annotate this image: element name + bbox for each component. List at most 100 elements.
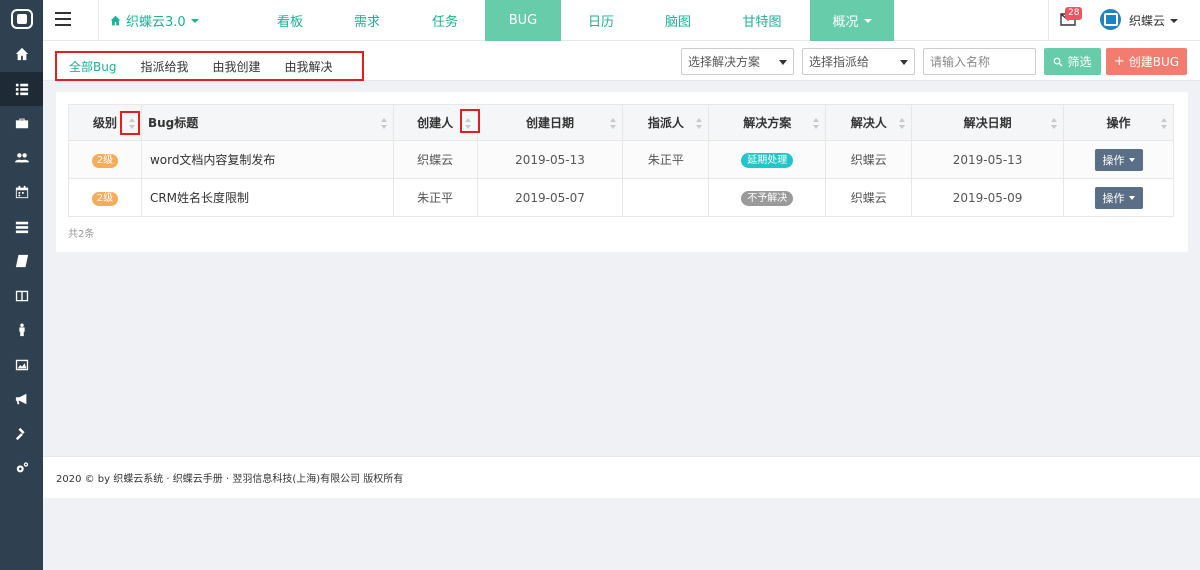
chevron-down-icon xyxy=(900,60,908,65)
bug-table: 级别 Bug标题 创建人 创建日期 指派人 解决方案 解决人 解决日期 操作 2… xyxy=(68,104,1174,217)
menu-toggle-icon[interactable] xyxy=(55,12,71,28)
sort-icon[interactable] xyxy=(813,118,820,129)
create-bug-button[interactable]: + 创建BUG xyxy=(1106,48,1187,75)
sort-icon[interactable] xyxy=(696,118,703,129)
resolver-cell: 织蝶云 xyxy=(825,140,913,179)
sidebar-item-columns[interactable] xyxy=(0,279,43,314)
assignee-cell: 朱正平 xyxy=(622,140,710,179)
divider xyxy=(1048,0,1049,41)
tab-overview[interactable]: 概况 xyxy=(810,0,894,41)
sort-icon[interactable] xyxy=(1051,118,1058,129)
home-icon xyxy=(15,48,28,61)
column-header-assignee[interactable]: 指派人 xyxy=(622,104,710,141)
resolved-date-cell: 2019-05-09 xyxy=(911,178,1065,217)
table-row[interactable]: 2级 CRM姓名长度限制 朱正平 2019-05-07 不予解决 织蝶云 201… xyxy=(68,178,1174,217)
column-header-resolved-date[interactable]: 解决日期 xyxy=(911,104,1065,141)
sidebar-item-calendar[interactable] xyxy=(0,175,43,210)
sidebar-item-users[interactable] xyxy=(0,141,43,176)
column-header-resolver[interactable]: 解决人 xyxy=(825,104,913,141)
subtab-created-by-me[interactable]: 由我创建 xyxy=(200,58,272,75)
divider xyxy=(98,0,99,41)
solution-select[interactable]: 选择解决方案 xyxy=(681,48,794,75)
search-icon xyxy=(1054,57,1064,67)
row-action-button[interactable]: 操作 xyxy=(1094,186,1143,209)
column-header-actions: 操作 xyxy=(1063,104,1174,141)
sort-icon[interactable] xyxy=(610,118,617,129)
user-menu[interactable]: 织蝶云 xyxy=(1129,0,1179,41)
subtab-assigned-to-me[interactable]: 指派给我 xyxy=(128,58,200,75)
tasks-icon xyxy=(15,221,28,233)
sort-icon[interactable] xyxy=(380,118,387,129)
chevron-down-icon xyxy=(1170,18,1179,23)
created-date-cell: 2019-05-13 xyxy=(476,140,624,179)
sort-icon[interactable] xyxy=(899,118,906,129)
sidebar-item-gavel[interactable] xyxy=(0,417,43,452)
level-badge: 2级 xyxy=(91,191,119,206)
gavel-icon xyxy=(15,427,25,440)
footer-text: 2020 © by 织蝶云系统 · 织蝶云手册 · 翌羽信息科技(上海)有限公司… xyxy=(56,474,404,485)
plus-icon: + xyxy=(1113,53,1125,69)
cogs-icon xyxy=(16,462,28,473)
name-search-input[interactable] xyxy=(923,48,1036,75)
bullhorn-icon xyxy=(15,394,26,405)
chevron-down-icon xyxy=(1128,195,1135,200)
subtab-group: 全部Bug 指派给我 由我创建 由我解决 xyxy=(55,51,364,81)
sidebar-item-home[interactable] xyxy=(0,37,43,72)
sidebar xyxy=(0,0,43,570)
highlight-box-creator-sort xyxy=(460,109,480,133)
column-header-created-date[interactable]: 创建日期 xyxy=(476,104,624,141)
solution-badge: 延期处理 xyxy=(741,152,794,168)
subtab-all-bugs[interactable]: 全部Bug xyxy=(57,58,128,75)
created-date-cell: 2019-05-07 xyxy=(476,178,624,217)
home-icon xyxy=(110,15,121,26)
resolved-date-cell: 2019-05-13 xyxy=(911,140,1065,179)
list-icon xyxy=(15,83,28,95)
sidebar-item-tasks[interactable] xyxy=(0,210,43,245)
sidebar-item-cogs[interactable] xyxy=(0,451,43,486)
tab-calendar[interactable]: 日历 xyxy=(566,0,636,41)
tab-mindmap[interactable]: 脑图 xyxy=(643,0,713,41)
footer: 2020 © by 织蝶云系统 · 织蝶云手册 · 翌羽信息科技(上海)有限公司… xyxy=(43,456,1200,498)
total-count: 共2条 xyxy=(68,229,95,240)
assignee-select[interactable]: 选择指派给 xyxy=(802,48,915,75)
row-action-button[interactable]: 操作 xyxy=(1094,148,1143,171)
tab-bug[interactable]: BUG xyxy=(485,0,561,41)
table-row[interactable]: 2级 word文档内容复制发布 织蝶云 2019-05-13 朱正平 延期处理 … xyxy=(68,140,1174,179)
creator-cell: 朱正平 xyxy=(392,178,478,217)
users-icon xyxy=(14,152,29,163)
app-logo[interactable] xyxy=(0,0,43,37)
person-icon xyxy=(18,323,25,337)
tab-gantt[interactable]: 甘特图 xyxy=(727,0,797,41)
logo-icon xyxy=(10,8,33,29)
sort-icon[interactable] xyxy=(1161,118,1167,129)
tab-requirements[interactable]: 需求 xyxy=(334,0,400,41)
username-label: 织蝶云 xyxy=(1129,14,1166,28)
filter-bar: 全部Bug 指派给我 由我创建 由我解决 选择解决方案 选择指派给 筛选 + 创… xyxy=(43,41,1200,81)
calendar-icon xyxy=(15,186,28,199)
sidebar-item-list[interactable] xyxy=(0,71,43,106)
sidebar-item-person[interactable] xyxy=(0,313,43,348)
assignee-cell xyxy=(622,178,710,217)
subtab-resolved-by-me[interactable]: 由我解决 xyxy=(273,58,345,75)
mail-count-badge: 28 xyxy=(1065,7,1083,20)
sidebar-item-briefcase[interactable] xyxy=(0,106,43,141)
bug-title[interactable]: CRM姓名长度限制 xyxy=(140,178,394,217)
sidebar-item-image[interactable] xyxy=(0,348,43,383)
briefcase-icon xyxy=(15,118,28,129)
top-navbar: 织蝶云3.0 看板 需求 任务 BUG 日历 脑图 甘特图 概况 28 织蝶云 xyxy=(43,0,1200,41)
column-header-solution[interactable]: 解决方案 xyxy=(708,104,827,141)
book-icon xyxy=(15,255,28,268)
column-header-title[interactable]: Bug标题 xyxy=(140,104,394,141)
tab-tasks[interactable]: 任务 xyxy=(410,0,480,41)
chevron-down-icon xyxy=(190,18,199,23)
chevron-down-icon xyxy=(1128,157,1135,162)
project-selector[interactable]: 织蝶云3.0 xyxy=(110,0,199,41)
project-name: 织蝶云3.0 xyxy=(126,15,186,30)
columns-icon xyxy=(15,290,28,301)
sidebar-item-book[interactable] xyxy=(0,244,43,279)
avatar[interactable] xyxy=(1100,9,1121,30)
tab-kanban[interactable]: 看板 xyxy=(257,0,323,41)
sidebar-item-bullhorn[interactable] xyxy=(0,382,43,417)
filter-button[interactable]: 筛选 xyxy=(1044,48,1101,75)
bug-title[interactable]: word文档内容复制发布 xyxy=(140,140,394,179)
